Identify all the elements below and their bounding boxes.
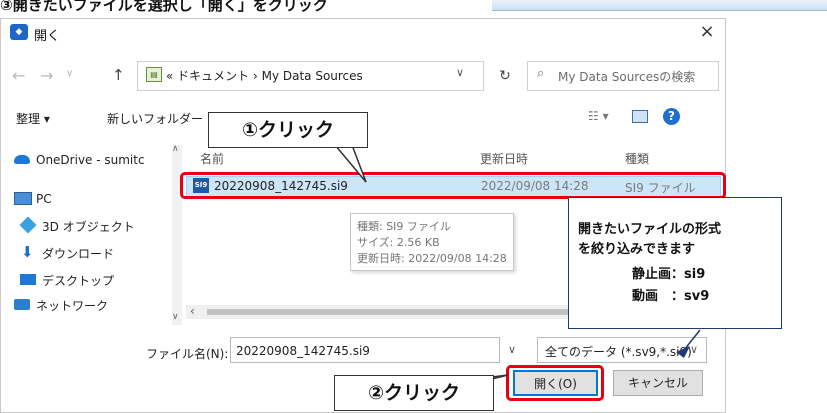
callout-1-pointer <box>333 144 367 183</box>
info-pointer-line <box>683 329 701 351</box>
callout-click-1: ①クリック <box>208 112 368 148</box>
callout-click-2: ②クリック <box>334 375 494 411</box>
info-line-1: 開きたいファイルの形式 <box>578 222 722 237</box>
info-line-still-image: 静止画：si9 <box>632 267 706 282</box>
info-line-video: 動画 ：sv9 <box>632 289 710 304</box>
info-pointer-arrowhead <box>676 346 690 358</box>
info-line-2: を絞り込みできます <box>578 242 696 257</box>
